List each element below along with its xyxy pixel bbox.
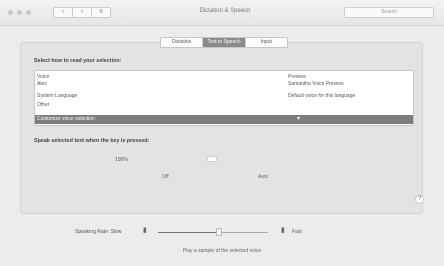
tab-bar: Dictation Text to Speech Input bbox=[160, 37, 288, 48]
tab-dictation[interactable]: Dictation bbox=[161, 38, 202, 47]
chevron-down-icon[interactable]: ▾ bbox=[297, 115, 300, 124]
settings-panel bbox=[20, 42, 423, 214]
list-cell-detail: Default voice for this language bbox=[288, 93, 356, 99]
speaking-rate-track[interactable] bbox=[158, 232, 268, 233]
close-window-button[interactable] bbox=[8, 10, 13, 15]
rate-percent: 100% bbox=[115, 157, 128, 163]
speaking-rate-fill bbox=[158, 232, 219, 233]
list-row-selected[interactable]: Customize voice selection ▾ bbox=[35, 115, 413, 124]
forward-button[interactable]: › bbox=[72, 8, 91, 17]
tab-input[interactable]: Input bbox=[244, 38, 287, 47]
list-cell-name: Customize voice selection bbox=[37, 116, 95, 122]
window-title: Dictation & Speech bbox=[199, 8, 251, 14]
voice-section-title: Select how to read your selection: bbox=[34, 58, 122, 64]
list-row[interactable]: System Language Default voice for this l… bbox=[35, 92, 413, 101]
list-row[interactable]: Other bbox=[35, 101, 413, 110]
slider-label-slow: Speaking Rate: Slow bbox=[75, 229, 122, 235]
navigation-buttons: ‹ › ≡ bbox=[53, 7, 111, 18]
list-cell-name: Alex bbox=[37, 81, 47, 87]
speaker-slow-icon: ▮ bbox=[143, 227, 147, 234]
tab-text-to-speech[interactable]: Text to Speech bbox=[202, 38, 245, 47]
show-all-button[interactable]: ≡ bbox=[91, 8, 110, 17]
search-field[interactable]: Search bbox=[344, 7, 434, 18]
back-button[interactable]: ‹ bbox=[54, 8, 72, 17]
speaking-rate-thumb[interactable] bbox=[215, 228, 222, 236]
minimize-window-button[interactable] bbox=[17, 10, 22, 15]
option-off[interactable]: Off bbox=[162, 174, 169, 180]
speak-section-title: Speak selected text when the key is pres… bbox=[34, 138, 150, 144]
speaker-fast-icon: ▮ bbox=[281, 227, 285, 234]
list-row[interactable]: Alex Samantha Voice Preview bbox=[35, 80, 413, 89]
zoom-window-button[interactable] bbox=[26, 10, 31, 15]
help-button[interactable]: ? bbox=[415, 195, 424, 204]
list-cell-name: Other bbox=[37, 102, 50, 108]
slider-label-fast: Fast bbox=[292, 229, 302, 235]
rate-popup[interactable] bbox=[207, 156, 217, 162]
list-cell-name: System Language bbox=[37, 93, 78, 99]
status-text: Play a sample of the selected voice bbox=[182, 248, 262, 254]
voice-list[interactable]: Voice Preview Alex Samantha Voice Previe… bbox=[34, 70, 414, 126]
list-cell-detail: Samantha Voice Preview bbox=[288, 81, 344, 87]
option-auto[interactable]: Auto bbox=[258, 174, 268, 180]
title-bar: ‹ › ≡ Dictation & Speech Search bbox=[0, 0, 444, 26]
